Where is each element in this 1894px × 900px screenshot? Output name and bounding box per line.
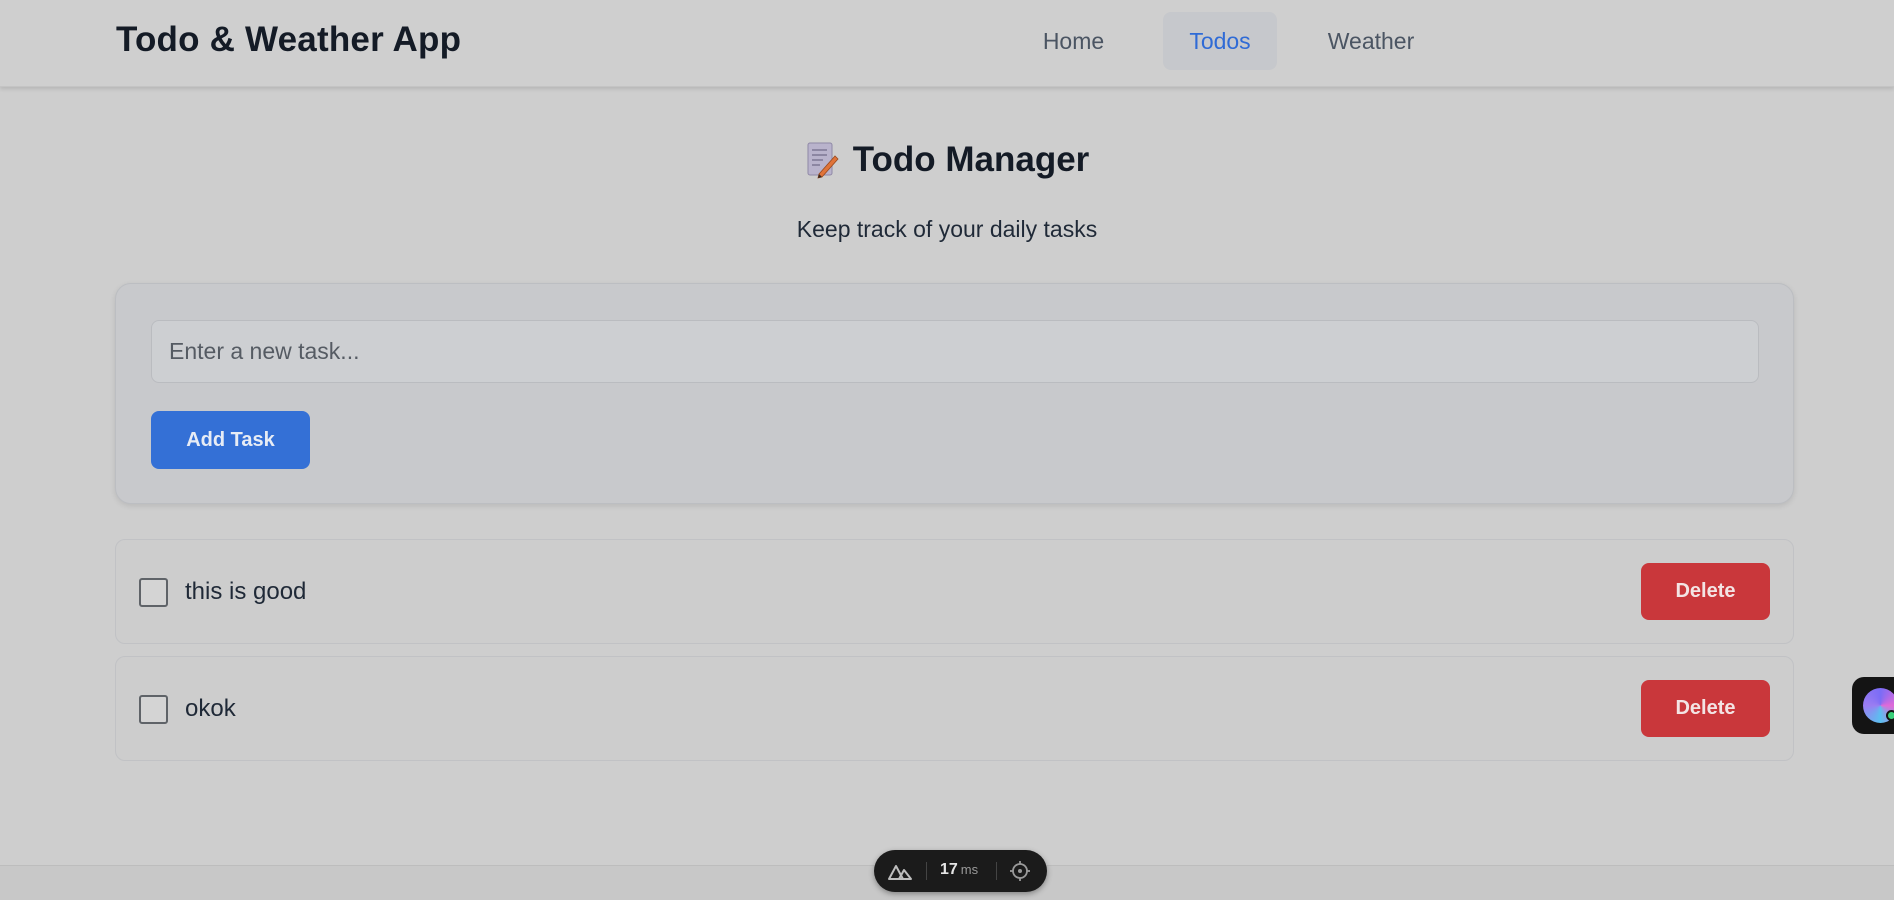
nav-home[interactable]: Home (1020, 12, 1127, 70)
todo-item: okok Delete (115, 656, 1794, 761)
render-time-unit: ms (960, 862, 979, 877)
delete-button[interactable]: Delete (1641, 680, 1770, 737)
add-task-card: Add Task (115, 283, 1794, 504)
nav-weather[interactable]: Weather (1310, 12, 1432, 70)
divider (926, 862, 927, 880)
render-time: 17 ms (940, 861, 978, 879)
page-subtitle: Keep track of your daily tasks (796, 216, 1098, 242)
todo-item: this is good Delete (115, 539, 1794, 644)
memo-icon (807, 142, 839, 179)
app-title: Todo & Weather App (116, 20, 462, 59)
page-heading: Todo Manager (0, 140, 1894, 180)
page-title: Todo Manager (852, 140, 1090, 179)
online-status-icon (1886, 710, 1894, 721)
devtools-pill[interactable]: 17 ms (874, 850, 1047, 892)
render-time-value: 17 (940, 861, 958, 878)
todo-checkbox[interactable] (139, 695, 168, 724)
delete-button[interactable]: Delete (1641, 563, 1770, 620)
new-task-input[interactable] (151, 320, 1759, 383)
divider (996, 862, 997, 880)
nav-todos[interactable]: Todos (1163, 12, 1277, 70)
top-navbar: Todo & Weather App Home Todos Weather (0, 0, 1894, 87)
assistant-widget[interactable] (1852, 677, 1894, 734)
todo-text: okok (185, 695, 236, 722)
add-task-button[interactable]: Add Task (151, 411, 310, 469)
nuxt-logo-icon[interactable] (887, 860, 913, 882)
todo-text: this is good (185, 578, 307, 605)
todo-checkbox[interactable] (139, 578, 168, 607)
crosshair-icon[interactable] (1009, 860, 1031, 882)
